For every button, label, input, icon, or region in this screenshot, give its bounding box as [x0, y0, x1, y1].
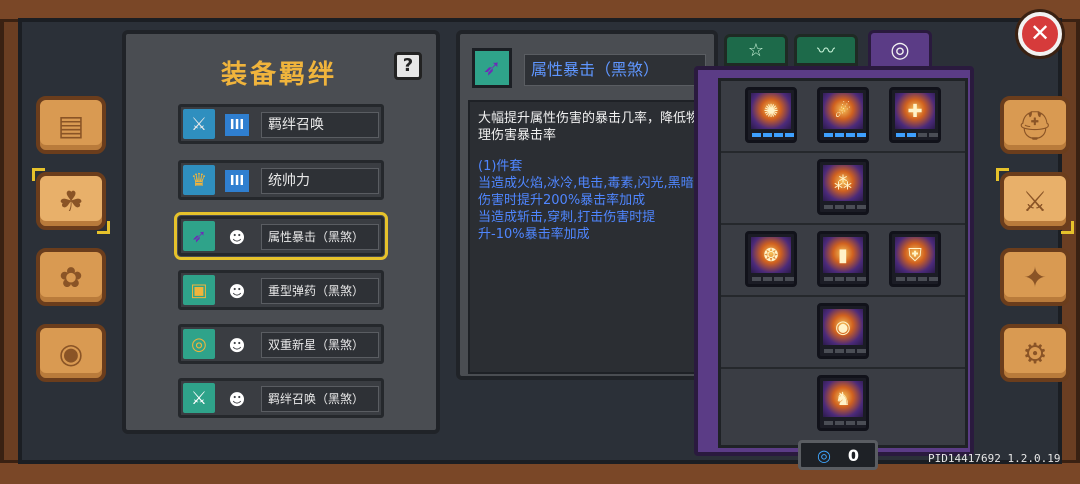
tab-sword-upgrade[interactable]: ⚔: [996, 168, 1074, 234]
talent-level: [752, 277, 794, 281]
talent-row-5: ♞: [721, 369, 965, 441]
set-row-4[interactable]: ▣ ☻ 重型弹药（黑煞）: [178, 270, 384, 310]
chain-icon: ❂: [751, 237, 791, 273]
wheel-icon: ◉: [58, 336, 84, 370]
spiral-icon: ◎: [183, 329, 215, 359]
sword-icon: ⚔: [183, 383, 215, 413]
trophy-icon: ♛: [183, 165, 215, 195]
talent-points-counter: ◎ 0: [798, 440, 878, 470]
set-bonus-1: 当造成火焰,冰冷,电击,毒素,闪光,黑暗伤害时提升200%暴击率加成: [478, 176, 694, 208]
set-row-2[interactable]: ♛ III 统帅力: [178, 160, 384, 200]
tier-icon: III: [225, 170, 249, 192]
talent-level: [752, 133, 794, 137]
set-row-1[interactable]: ⚔ III 羁绊召唤: [178, 104, 384, 144]
comet-icon: ☄: [823, 93, 863, 129]
talent-node-orb[interactable]: ✺: [745, 87, 797, 143]
spiral-icon: ◎: [890, 37, 910, 63]
talent-level: [896, 277, 938, 281]
gems-icon: ✿: [59, 260, 83, 294]
compass-icon: ✦: [1023, 260, 1047, 294]
version-label: PID14417692 1.2.0.19: [928, 452, 1061, 465]
figure-icon: ♞: [823, 381, 863, 417]
tab-claw[interactable]: 〰: [794, 34, 858, 66]
set-row-label: 羁绊召唤: [261, 112, 379, 138]
talent-tree-body: ✺ ☄ ✚ ⁂ ❂ ▮ ⛨ ◉ ♞: [694, 66, 974, 456]
help-button[interactable]: ?: [394, 52, 422, 80]
talent-node-heal[interactable]: ✚: [889, 87, 941, 143]
set-row-label: 羁绊召唤（黑煞）: [261, 386, 379, 412]
talent-level: [824, 277, 866, 281]
cannon-icon: ▣: [183, 275, 215, 305]
talent-tree-panel: ☆ 〰 ◎ ✺ ☄ ✚ ⁂ ❂ ▮ ⛨ ◉ ♞: [690, 30, 980, 456]
talent-level: [824, 205, 866, 209]
talent-node-comet[interactable]: ☄: [817, 87, 869, 143]
blade-icon: ➶: [183, 221, 215, 251]
set-bonus-header: (1)件套: [478, 159, 523, 174]
gear-icon: ⚙: [1022, 336, 1048, 370]
set-row-label: 统帅力: [261, 168, 379, 194]
tab-wheel[interactable]: ◉: [36, 324, 106, 382]
tier-icon: III: [225, 114, 249, 136]
talent-node-stars[interactable]: ⁂: [817, 159, 869, 215]
talent-node-pillar[interactable]: ▮: [817, 231, 869, 287]
heal-icon: ✚: [895, 93, 935, 129]
set-detail-panel: ➶ 属性暴击（黑煞） 大幅提升属性伤害的暴击几率，降低物理伤害暴击率 (1)件套…: [456, 30, 718, 380]
close-button[interactable]: ✕: [1018, 12, 1062, 56]
talent-row-1: ✺ ☄ ✚: [721, 81, 965, 153]
sword-icon: ⚔: [183, 109, 215, 139]
talent-node-chain[interactable]: ❂: [745, 231, 797, 287]
tab-gear[interactable]: ⚙: [1000, 324, 1070, 382]
set-description-box[interactable]: 大幅提升属性伤害的暴击几率，降低物理伤害暴击率 (1)件套 当造成火焰,冰冷,电…: [468, 100, 710, 374]
tab-helmet[interactable]: ⛑: [1000, 96, 1070, 154]
set-bonus-2: 当造成斩击,穿刺,打击伤害时提升-10%暴击率加成: [478, 210, 656, 242]
talent-level: [896, 133, 938, 137]
set-row-label: 属性暴击（黑煞）: [261, 224, 379, 250]
vortex-icon: ◉: [823, 309, 863, 345]
dark-mask-icon: ☻: [228, 389, 246, 409]
set-row-label: 双重新星（黑煞）: [261, 332, 379, 358]
talent-level: [824, 349, 866, 353]
stars-icon: ⁂: [823, 165, 863, 201]
blade-icon: ➶: [472, 48, 512, 88]
equipment-set-panel: 装备羁绊 ? ⚔ III 羁绊召唤 ♛ III 统帅力 ➶ ☻ 属性暴击（黑煞）…: [122, 30, 440, 434]
set-row-6[interactable]: ⚔ ☻ 羁绊召唤（黑煞）: [178, 378, 384, 418]
dark-mask-icon: ☻: [228, 281, 246, 301]
set-row-3[interactable]: ➶ ☻ 属性暴击（黑煞）: [174, 212, 388, 260]
shield-icon: ⛨: [895, 237, 935, 273]
talent-node-vortex[interactable]: ◉: [817, 303, 869, 359]
talent-grid: ✺ ☄ ✚ ⁂ ❂ ▮ ⛨ ◉ ♞: [718, 78, 968, 448]
talent-level: [824, 421, 866, 425]
star-icon: ☆: [747, 39, 765, 61]
book-icon: ▤: [57, 108, 85, 142]
set-name: 属性暴击（黑煞）: [524, 54, 706, 86]
tab-scroll[interactable]: ☘: [32, 168, 110, 234]
talent-row-4: ◉: [721, 297, 965, 369]
helmet-icon: ⛑: [1017, 108, 1053, 142]
panel-title: 装备羁绊: [221, 60, 338, 90]
orb-icon: ✺: [751, 93, 791, 129]
talent-row-2: ⁂: [721, 153, 965, 225]
talent-row-3: ❂ ▮ ⛨: [721, 225, 965, 297]
tab-gems[interactable]: ✿: [36, 248, 106, 306]
talent-node-shield[interactable]: ⛨: [889, 231, 941, 287]
set-description: 大幅提升属性伤害的暴击几率，降低物理伤害暴击率: [478, 111, 700, 143]
sword-upgrade-icon: ⚔: [1022, 184, 1048, 218]
tab-star[interactable]: ☆: [724, 34, 788, 66]
scroll-icon: ☘: [58, 184, 84, 218]
set-row-label: 重型弹药（黑煞）: [261, 278, 379, 304]
talent-level: [824, 133, 866, 137]
tab-compass[interactable]: ✦: [1000, 248, 1070, 306]
dark-mask-icon: ☻: [228, 227, 246, 247]
talent-node-figure[interactable]: ♞: [817, 375, 869, 431]
claw-icon: 〰: [817, 41, 835, 62]
spiral-icon: ◎: [817, 445, 831, 465]
set-row-5[interactable]: ◎ ☻ 双重新星（黑煞）: [178, 324, 384, 364]
tab-book[interactable]: ▤: [36, 96, 106, 154]
dark-mask-icon: ☻: [228, 335, 246, 355]
talent-points-value: 0: [847, 445, 859, 465]
tab-spiral[interactable]: ◎: [868, 30, 932, 70]
pillar-icon: ▮: [823, 237, 863, 273]
